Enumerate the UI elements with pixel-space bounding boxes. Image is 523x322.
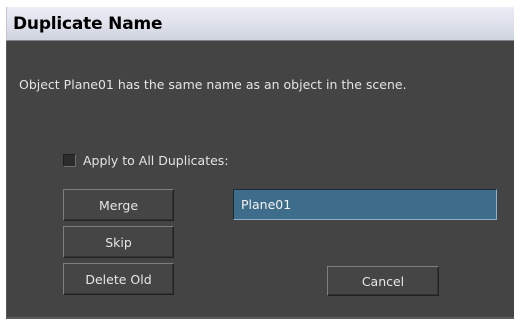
dialog-title: Duplicate Name — [13, 14, 163, 34]
duplicate-name-dialog: Duplicate Name Object Plane01 has the sa… — [0, 0, 523, 322]
dialog-body: Object Plane01 has the same name as an o… — [6, 41, 514, 319]
apply-all-label[interactable]: Apply to All Duplicates: — [83, 153, 229, 168]
title-bar[interactable]: Duplicate Name — [6, 7, 514, 41]
delete-old-button[interactable]: Delete Old — [63, 263, 174, 295]
skip-button[interactable]: Skip — [63, 226, 174, 258]
apply-all-row[interactable]: Apply to All Duplicates: — [63, 151, 229, 169]
merge-button[interactable]: Merge — [63, 189, 174, 221]
duplicate-message: Object Plane01 has the same name as an o… — [19, 77, 407, 92]
apply-all-checkbox[interactable] — [63, 153, 76, 167]
cancel-button[interactable]: Cancel — [327, 266, 439, 296]
new-name-input[interactable] — [233, 189, 497, 220]
